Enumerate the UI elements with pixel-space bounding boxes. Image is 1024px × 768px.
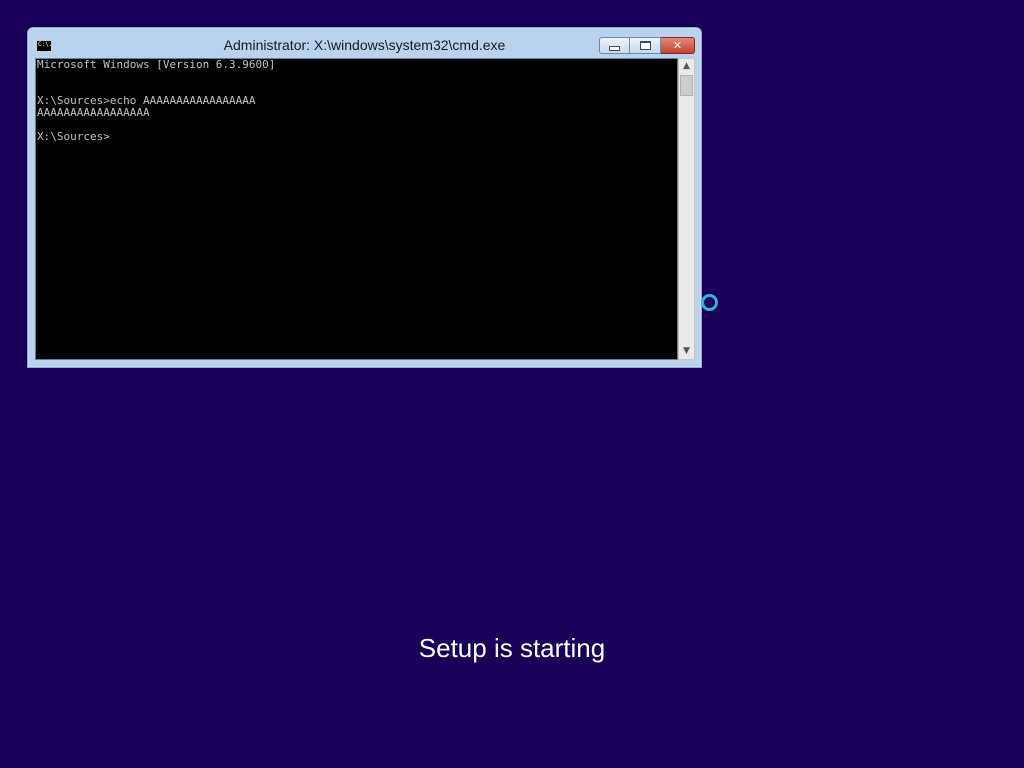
minimize-button[interactable] bbox=[599, 37, 630, 54]
scroll-up-icon[interactable]: ▲ bbox=[679, 59, 694, 74]
console-line: AAAAAAAAAAAAAAAAA bbox=[37, 106, 150, 119]
maximize-icon bbox=[639, 41, 651, 50]
cmd-window[interactable]: C:\. Administrator: X:\windows\system32\… bbox=[27, 27, 702, 368]
console-line: Microsoft Windows [Version 6.3.9600] bbox=[37, 58, 276, 71]
maximize-button[interactable] bbox=[630, 37, 661, 54]
scroll-thumb[interactable] bbox=[680, 75, 693, 96]
console-output[interactable]: Microsoft Windows [Version 6.3.9600] X:\… bbox=[35, 58, 678, 360]
title-bar[interactable]: C:\. Administrator: X:\windows\system32\… bbox=[28, 28, 701, 58]
setup-status-text: Setup is starting bbox=[418, 633, 606, 663]
console-prompt[interactable]: X:\Sources> bbox=[36, 131, 677, 143]
vertical-scrollbar[interactable]: ▲ ▼ bbox=[678, 58, 695, 360]
caption-buttons: ✕ bbox=[599, 37, 695, 54]
loading-spinner-icon bbox=[701, 294, 718, 311]
scroll-down-icon[interactable]: ▼ bbox=[679, 344, 694, 359]
close-icon: ✕ bbox=[672, 39, 683, 52]
minimize-icon bbox=[609, 46, 620, 51]
close-button[interactable]: ✕ bbox=[661, 37, 695, 54]
